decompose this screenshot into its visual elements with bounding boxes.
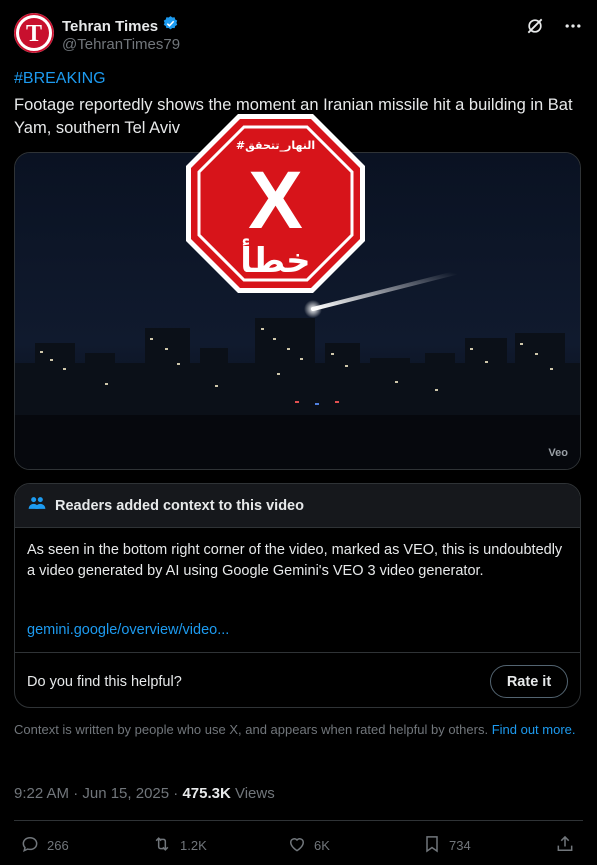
avatar[interactable]: T [14,13,54,53]
reply-icon [20,834,40,857]
fact-check-stop-sign: #النهار_تتحقق X خطأ [184,112,367,295]
community-note-title: Readers added context to this video [55,497,304,514]
stop-sign-mark: X [248,155,303,246]
stop-sign-tag: #النهار_تتحقق [236,139,315,152]
repost-icon [151,834,173,857]
author-handle[interactable]: @TehranTimes79 [62,36,180,53]
community-note-link[interactable]: gemini.google/overview/video... [27,622,229,638]
action-bar: 266 1.2K 6K 734 [20,834,576,858]
context-footer-text: Context is written by people who use X, … [14,722,489,737]
divider [14,820,583,821]
bookmark-count: 734 [449,838,471,853]
people-icon [27,493,47,518]
find-out-more-link[interactable]: Find out more. [492,722,576,737]
divider [15,652,580,653]
grok-icon[interactable] [525,16,545,41]
repost-count: 1.2K [180,838,207,853]
avatar-letter: T [26,21,42,47]
tweet-timestamp[interactable]: 9:22 AM · Jun 15, 2025 · [14,785,182,802]
bookmark-icon [422,834,442,857]
views-label: Views [230,785,275,802]
context-footer: Context is written by people who use X, … [14,721,584,738]
video-watermark: Veo [548,447,568,459]
tweet-header: T Tehran Times @TehranTimes79 [14,12,583,56]
stop-sign-verdict: خطأ [240,238,310,281]
share-button[interactable] [555,834,575,857]
repost-button[interactable]: 1.2K [151,834,207,857]
share-icon [555,834,575,857]
verified-badge-icon [162,15,179,37]
author-name-row[interactable]: Tehran Times [62,15,179,37]
community-note-body: As seen in the bottom right corner of th… [27,542,563,579]
missile-glow [304,300,322,318]
views-count: 475.3K [182,785,231,802]
reply-count: 266 [47,838,69,853]
more-icon[interactable] [563,16,583,41]
helpful-question: Do you find this helpful? [27,674,182,690]
heart-icon [287,834,307,857]
rate-it-button[interactable]: Rate it [490,665,568,698]
like-button[interactable]: 6K [287,834,330,857]
reply-button[interactable]: 266 [20,834,69,857]
tweet-meta: 9:22 AM · Jun 15, 2025 · 475.3K Views [14,785,275,802]
author-name[interactable]: Tehran Times [62,18,158,35]
community-note: Readers added context to this video As s… [14,483,581,708]
hashtag-link[interactable]: #BREAKING [14,70,106,88]
community-note-header: Readers added context to this video [15,484,580,528]
like-count: 6K [314,838,330,853]
bookmark-button[interactable]: 734 [422,834,471,857]
